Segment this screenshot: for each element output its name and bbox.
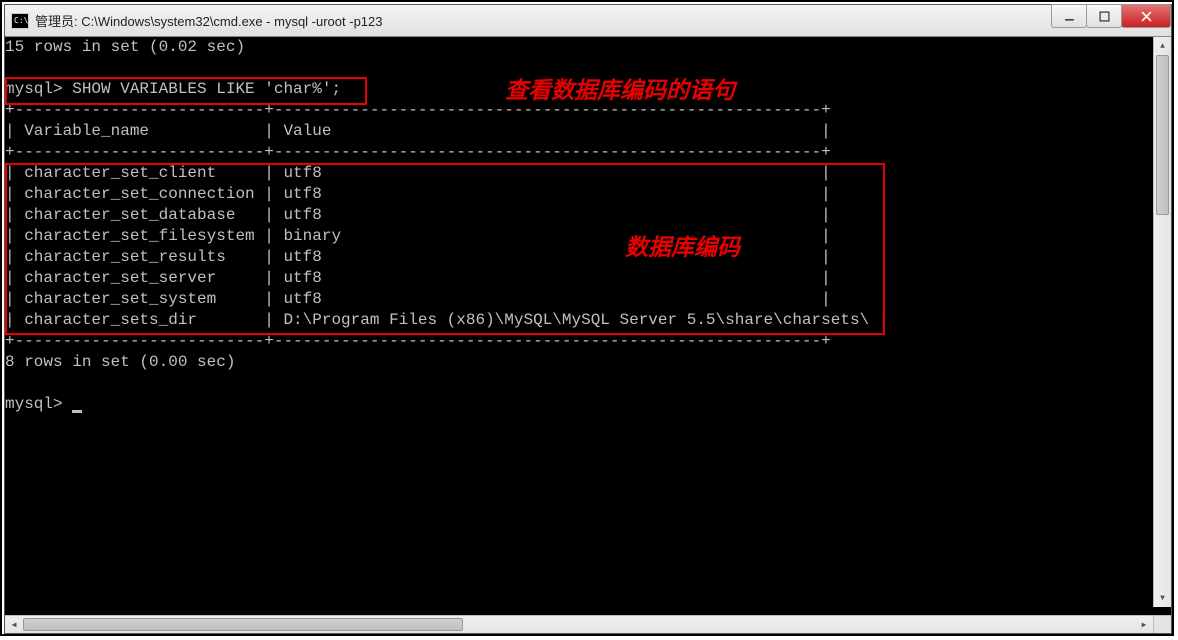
close-button[interactable]: [1121, 4, 1171, 28]
outer-border: C:\ 管理员: C:\Windows\system32\cmd.exe - m…: [0, 0, 1174, 636]
divider: +--------------------------+------------…: [5, 143, 831, 161]
table-row: | character_set_results | utf8 |: [5, 248, 831, 266]
table-row: | character_sets_dir | D:\Program Files …: [5, 311, 888, 329]
horizontal-scroll-thumb[interactable]: [23, 618, 463, 631]
prompt-line: mysql>: [5, 395, 72, 413]
table-row: | character_set_client | utf8 |: [5, 164, 831, 182]
scroll-corner: [1153, 615, 1171, 633]
maximize-button[interactable]: [1086, 4, 1122, 28]
cmd-window: C:\ 管理员: C:\Windows\system32\cmd.exe - m…: [4, 4, 1172, 634]
terminal-area[interactable]: 15 rows in set (0.02 sec) mysql> SHOW VA…: [5, 37, 1171, 607]
divider: +--------------------------+------------…: [5, 101, 831, 119]
output-line: 8 rows in set (0.00 sec): [5, 353, 235, 371]
terminal-content: 15 rows in set (0.02 sec) mysql> SHOW VA…: [5, 37, 1140, 415]
table-row: | character_set_database | utf8 |: [5, 206, 831, 224]
prompt-line: mysql> SHOW VARIABLES LIKE 'char%';: [5, 80, 341, 98]
cursor: [72, 410, 82, 413]
window-title: 管理员: C:\Windows\system32\cmd.exe - mysql…: [35, 11, 383, 30]
table-row: | character_set_connection | utf8 |: [5, 185, 831, 203]
scroll-left-arrow[interactable]: ◀: [5, 616, 23, 633]
scroll-up-arrow[interactable]: ▲: [1154, 37, 1171, 55]
scroll-down-arrow[interactable]: ▼: [1154, 589, 1171, 607]
window-controls: [1052, 4, 1171, 28]
cmd-icon: C:\: [11, 13, 29, 29]
table-row: | character_set_server | utf8 |: [5, 269, 831, 287]
vertical-scroll-thumb[interactable]: [1156, 55, 1169, 215]
vertical-scrollbar[interactable]: ▲ ▼: [1153, 37, 1171, 607]
horizontal-scrollbar[interactable]: ◀ ▶: [5, 615, 1153, 633]
scroll-right-arrow[interactable]: ▶: [1135, 616, 1153, 633]
table-row: | character_set_filesystem | binary |: [5, 227, 831, 245]
divider: +--------------------------+------------…: [5, 332, 831, 350]
titlebar[interactable]: C:\ 管理员: C:\Windows\system32\cmd.exe - m…: [5, 5, 1171, 37]
table-header: | Variable_name | Value |: [5, 122, 831, 140]
table-row: | character_set_system | utf8 |: [5, 290, 831, 308]
output-line: 15 rows in set (0.02 sec): [5, 38, 245, 56]
minimize-button[interactable]: [1051, 4, 1087, 28]
